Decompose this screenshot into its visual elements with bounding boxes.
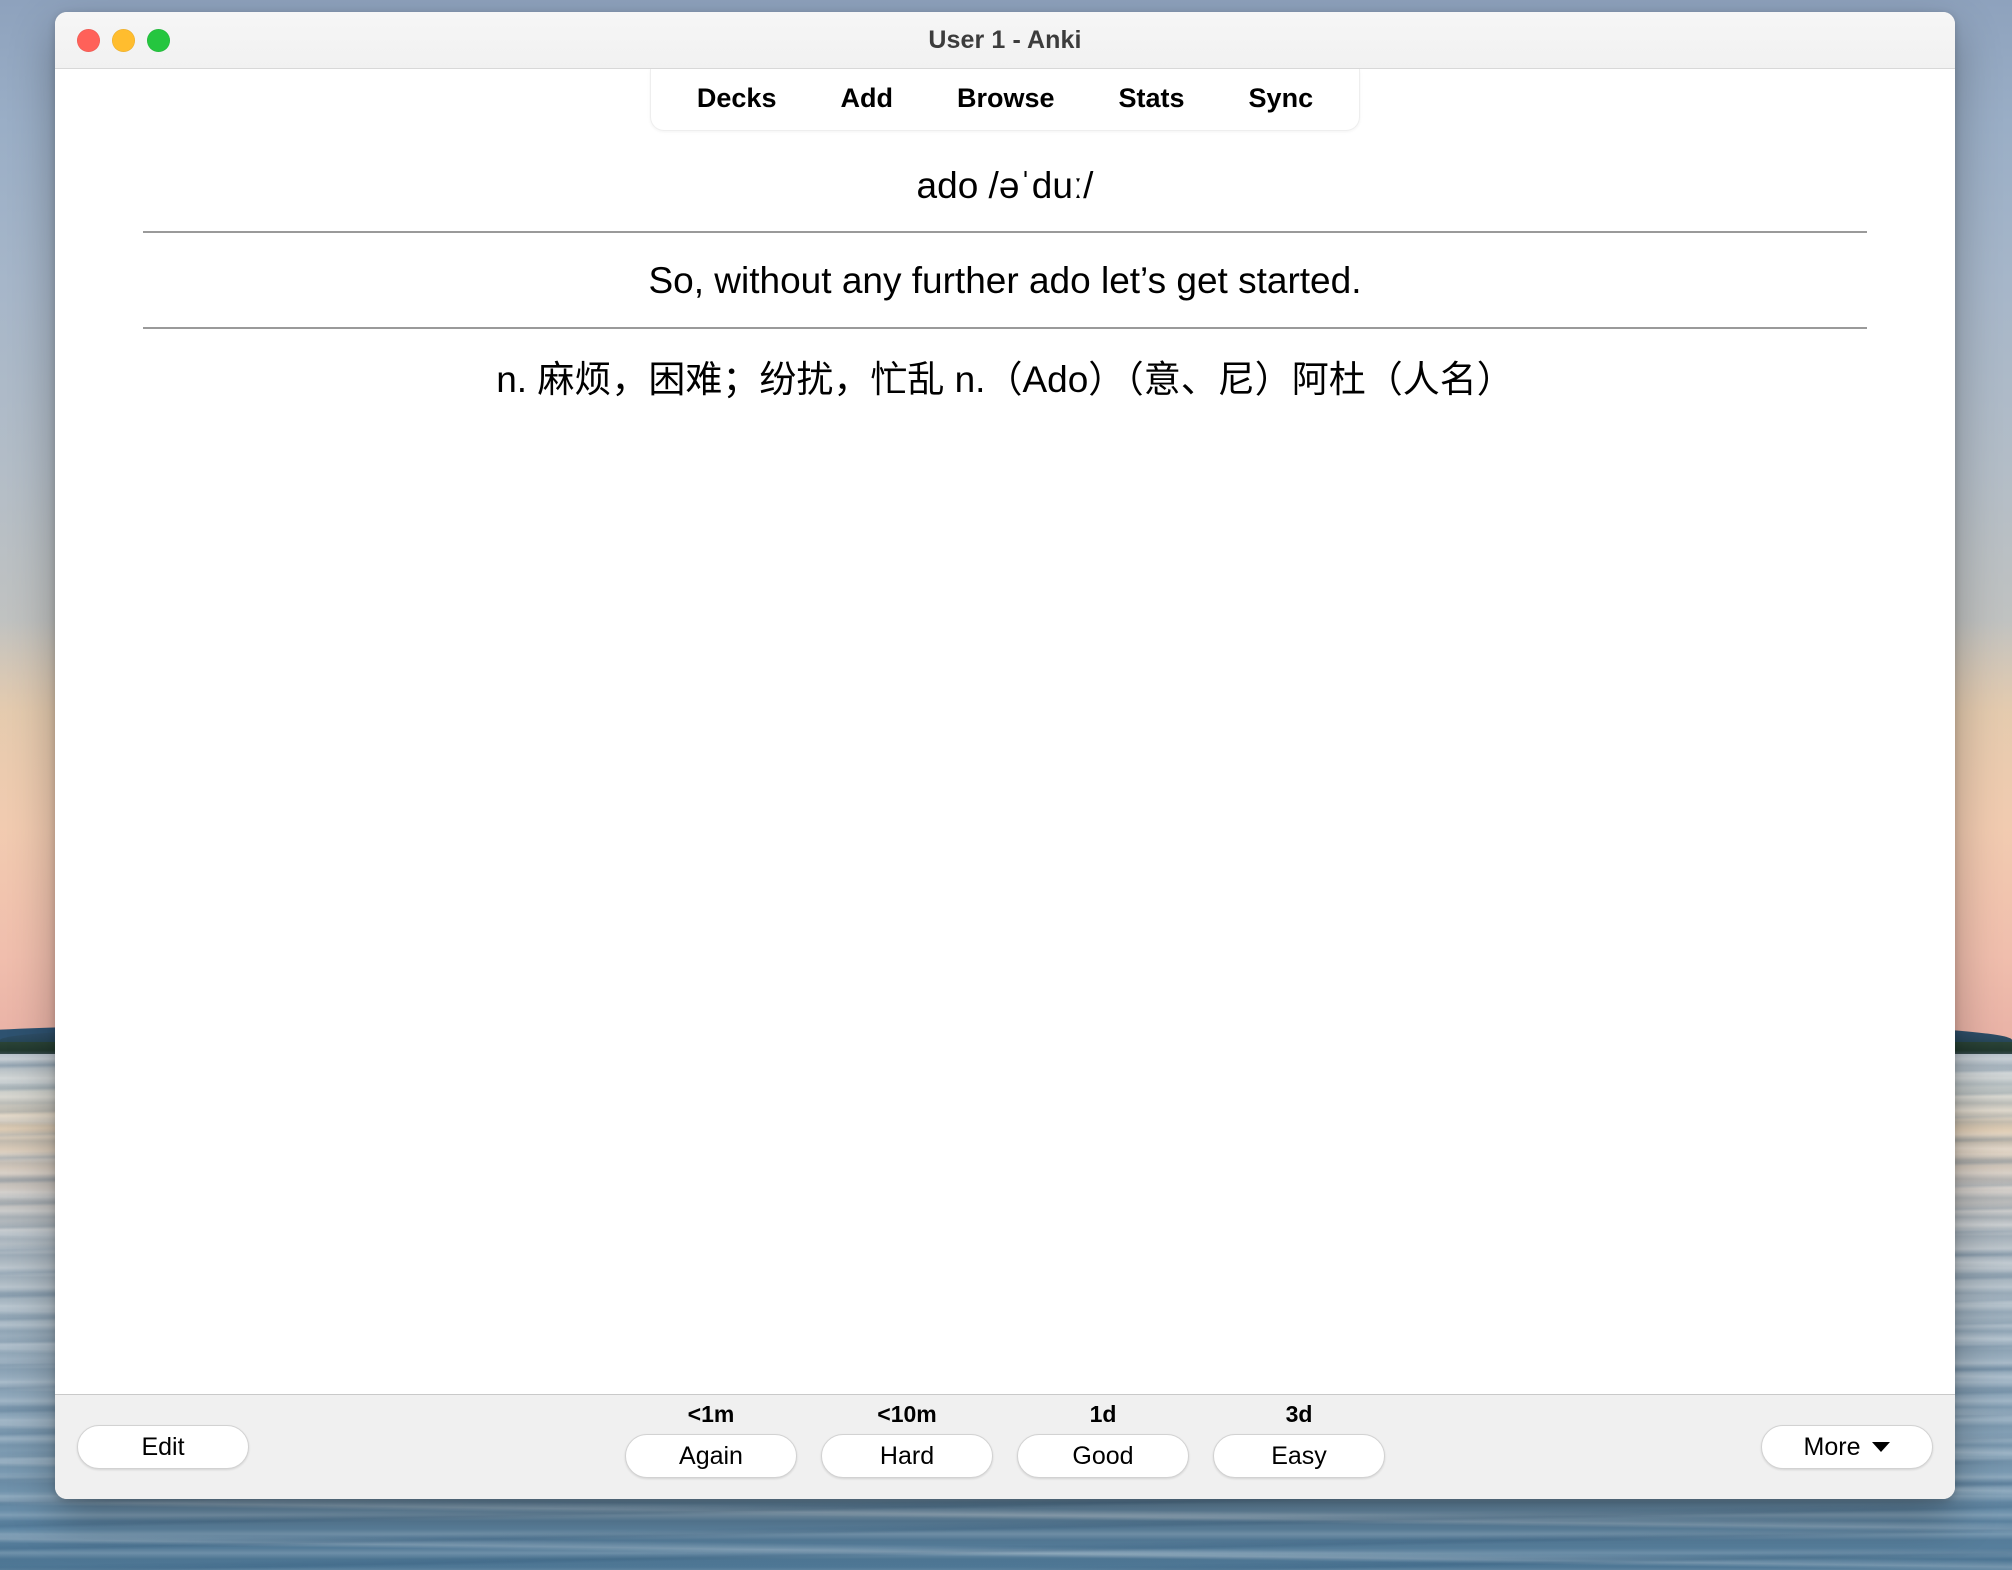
hard-button[interactable]: Hard (821, 1434, 993, 1478)
answer-easy: 3d Easy (1213, 1401, 1385, 1478)
answer-hard: <10m Hard (821, 1401, 993, 1478)
card-example-sentence: So, without any further ado let’s get st… (648, 260, 1362, 302)
answer-easy-interval: 3d (1285, 1401, 1313, 1427)
chevron-down-icon (1872, 1442, 1891, 1452)
main-nav-wrapper: Decks Add Browse Stats Sync (55, 69, 1955, 131)
card-review-area: Decks Add Browse Stats Sync ado /əˈduː/ … (55, 69, 1955, 1394)
maximize-button[interactable] (147, 28, 170, 52)
good-button[interactable]: Good (1017, 1434, 1189, 1478)
again-button[interactable]: Again (625, 1434, 797, 1478)
nav-item-add[interactable]: Add (840, 83, 892, 114)
more-button[interactable]: More (1761, 1425, 1933, 1469)
window-titlebar: User 1 - Anki (55, 12, 1955, 69)
close-button[interactable] (77, 28, 100, 52)
more-button-label: More (1803, 1433, 1861, 1461)
review-toolbar: Edit <1m Again <10m Hard 1d Good 3d Easy (55, 1394, 1955, 1499)
nav-item-decks[interactable]: Decks (697, 83, 777, 114)
card-content: ado /əˈduː/ So, without any further ado … (55, 163, 1955, 405)
answer-good-interval: 1d (1089, 1401, 1117, 1427)
card-front-word: ado /əˈduː/ (916, 165, 1094, 206)
main-nav: Decks Add Browse Stats Sync (649, 69, 1361, 131)
nav-item-browse[interactable]: Browse (957, 83, 1055, 114)
answer-hard-interval: <10m (877, 1401, 937, 1427)
desktop-background: User 1 - Anki Decks Add Browse Stats Syn… (0, 0, 2012, 1570)
easy-button[interactable]: Easy (1213, 1434, 1385, 1478)
card-definition: n. 麻烦，困难；纷扰，忙乱 n.（Ado）（意、尼）阿杜（人名） (496, 359, 1514, 401)
nav-item-stats[interactable]: Stats (1119, 83, 1185, 114)
minimize-button[interactable] (112, 28, 135, 52)
nav-item-sync[interactable]: Sync (1249, 83, 1314, 114)
window-controls (77, 12, 170, 68)
anki-window: User 1 - Anki Decks Add Browse Stats Syn… (55, 12, 1955, 1499)
answer-buttons-group: <1m Again <10m Hard 1d Good 3d Easy (55, 1395, 1955, 1499)
answer-again-interval: <1m (687, 1401, 735, 1427)
answer-again: <1m Again (625, 1401, 797, 1478)
answer-good: 1d Good (1017, 1401, 1189, 1478)
window-title: User 1 - Anki (928, 25, 1082, 54)
